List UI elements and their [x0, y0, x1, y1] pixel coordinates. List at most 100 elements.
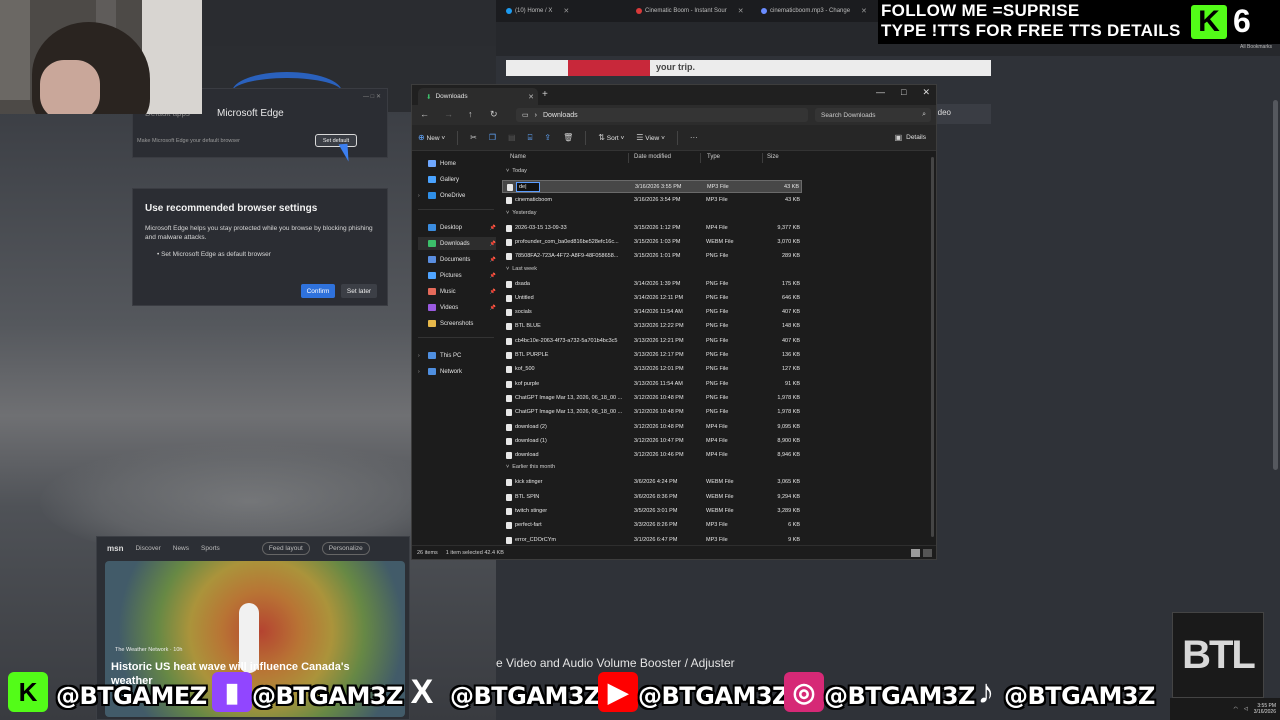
address-bar[interactable]: ▭ › Downloads	[516, 108, 808, 122]
expand-chevron-icon[interactable]: ›	[418, 369, 424, 375]
close-icon[interactable]: ✕	[528, 93, 534, 101]
clock[interactable]: 3:55 PM 3/16/2026	[1254, 703, 1276, 715]
file-list-scrollbar[interactable]	[931, 157, 934, 537]
tab-news[interactable]: News	[173, 545, 189, 552]
file-row[interactable]: ChatGPT Image Mar 13, 2026, 06_18_00 ...…	[502, 406, 802, 419]
group-header[interactable]: ˅ Yesterday	[506, 210, 536, 216]
delete-icon[interactable]: 🗑	[563, 133, 573, 142]
set-later-button[interactable]: Set later	[341, 284, 377, 298]
browser-tab-change-volume[interactable]: cinematicboom.mp3 - Change ✕	[761, 3, 881, 19]
file-row[interactable]: BTL PURPLE 3/13/2026 12:17 PM PNG File 136 …	[502, 349, 802, 362]
file-row[interactable]: cinematicboom 3/16/2026 3:54 PM MP3 File 43…	[502, 194, 802, 207]
file-row[interactable]: cb4bc10e-2063-4f73-a732-5a701b4bc3c5 3/13…	[502, 335, 802, 348]
pin-icon: 📌	[489, 288, 496, 295]
nav-item-downloads[interactable]: Downloads 📌	[418, 237, 496, 250]
group-header[interactable]: ˅ Earlier this month	[506, 464, 555, 470]
details-view-icon[interactable]	[911, 548, 920, 557]
group-header[interactable]: ˅ Today	[506, 168, 527, 174]
column-header-date[interactable]: Date modified	[634, 154, 671, 160]
copy-icon[interactable]: ❐	[489, 133, 496, 142]
file-row[interactable]: ChatGPT Image Mar 13, 2026, 06_18_00 ...…	[502, 392, 802, 405]
column-header-name[interactable]: Name	[510, 154, 526, 160]
explorer-tab[interactable]: ⬇ Downloads ✕	[418, 88, 538, 105]
nav-item-home[interactable]: Home	[418, 157, 496, 170]
nav-item-gallery[interactable]: Gallery	[418, 173, 496, 186]
details-button[interactable]: ▣ Details	[895, 133, 926, 142]
column-header-size[interactable]: Size	[767, 154, 779, 160]
up-icon[interactable]: ↑	[468, 109, 473, 119]
nav-item-music[interactable]: Music 📌	[418, 285, 496, 298]
rename-input[interactable]: de|	[516, 182, 540, 192]
close-icon[interactable]: ✕	[738, 7, 744, 15]
file-row[interactable]: profounder_com_ba0ed816be528efc16c... 3/1…	[502, 236, 802, 249]
column-divider[interactable]	[762, 153, 763, 163]
more-options-icon[interactable]: ···	[690, 133, 698, 142]
file-row[interactable]: download (2) 3/12/2026 10:48 PM MP4 File 9,…	[502, 421, 802, 434]
refresh-icon[interactable]: ↻	[490, 109, 498, 120]
share-icon[interactable]: ⇪	[544, 133, 551, 142]
file-row[interactable]: de| 3/16/2026 3:55 PM MP3 File 43 KB	[502, 180, 802, 193]
nav-item-this-pc[interactable]: › This PC	[418, 349, 496, 362]
group-header[interactable]: ˅ Last week	[506, 266, 537, 272]
file-row[interactable]: kof purple 3/13/2026 11:54 AM PNG File 91 K…	[502, 378, 802, 391]
new-button[interactable]: ⊕ New ˅	[418, 133, 445, 142]
file-row[interactable]: download (1) 3/12/2026 10:47 PM MP4 File 8,…	[502, 435, 802, 448]
maximize-icon[interactable]: □	[901, 87, 906, 98]
column-divider[interactable]	[700, 153, 701, 163]
close-icon[interactable]: ✕	[563, 7, 569, 15]
set-default-button[interactable]: Set default	[315, 134, 357, 147]
page-scrollbar[interactable]	[1273, 100, 1278, 470]
file-row[interactable]: download 3/12/2026 10:46 PM MP4 File 8,946 …	[502, 449, 802, 462]
rename-icon[interactable]: ⌸	[528, 133, 533, 143]
back-icon[interactable]: ←	[420, 109, 429, 119]
search-input[interactable]: Search Downloads ⌕	[815, 108, 931, 122]
file-row[interactable]: dsada 3/14/2026 1:39 PM PNG File 175 KB	[502, 278, 802, 291]
file-row[interactable]: BTL BLUE 3/13/2026 12:22 PM PNG File 148 KB	[502, 320, 802, 333]
tab-discover[interactable]: Discover	[135, 545, 160, 552]
cut-icon[interactable]: ✂	[470, 133, 477, 142]
nav-item-network[interactable]: › Network	[418, 365, 496, 378]
paste-icon[interactable]: ▤	[508, 133, 516, 142]
browser-tab-cinematic-boom[interactable]: Cinematic Boom - Instant Sour ✕	[636, 3, 756, 19]
nav-item-desktop[interactable]: Desktop 📌	[418, 221, 496, 234]
file-row[interactable]: 2026-03-15 13-09-33 3/15/2026 1:12 PM MP4 …	[502, 222, 802, 235]
nav-item-screenshots[interactable]: Screenshots	[418, 317, 496, 330]
forward-icon[interactable]: →	[444, 109, 453, 119]
file-row[interactable]: perfect-fart 3/3/2026 8:26 PM MP3 File 6 KB	[502, 519, 802, 532]
expand-chevron-icon[interactable]: ›	[418, 193, 424, 199]
file-row[interactable]: kick stinger 3/6/2026 4:24 PM WEBM File 3,0…	[502, 476, 802, 489]
expand-chevron-icon[interactable]: ›	[418, 353, 424, 359]
close-window-icon[interactable]: ✕	[922, 87, 930, 98]
column-header-type[interactable]: Type	[707, 154, 720, 160]
nav-item-pictures[interactable]: Pictures 📌	[418, 269, 496, 282]
column-divider[interactable]	[628, 153, 629, 163]
file-row[interactable]: kof_500 3/13/2026 12:01 PM PNG File 127 KB	[502, 363, 802, 376]
file-row[interactable]: Untitled 3/14/2026 12:11 PM PNG File 646 KB	[502, 292, 802, 305]
file-row[interactable]: 78508FA2-723A-4F72-A8F9-48F058658... 3/15…	[502, 250, 802, 263]
file-row[interactable]: BTL SPIN 3/6/2026 8:36 PM WEBM File 9,294 K…	[502, 491, 802, 504]
tab-sports[interactable]: Sports	[201, 545, 220, 552]
wifi-icon[interactable]: ◠	[1234, 706, 1238, 712]
nav-item-videos[interactable]: Videos 📌	[418, 301, 496, 314]
breadcrumb[interactable]: Downloads	[543, 112, 578, 119]
personalize-button[interactable]: Personalize	[321, 541, 370, 555]
minimize-icon[interactable]: —	[876, 87, 885, 98]
nav-item-documents[interactable]: Documents 📌	[418, 253, 496, 266]
nav-item-onedrive[interactable]: › OneDrive	[418, 189, 496, 202]
feed-layout-button[interactable]: Feed layout	[261, 541, 310, 555]
all-bookmarks-link[interactable]: All Bookmarks	[1240, 44, 1272, 50]
card-window-controls[interactable]: — □ ✕	[363, 93, 381, 100]
volume-icon[interactable]: ◁	[1244, 706, 1248, 712]
sort-button[interactable]: ⇅ Sort ˅	[598, 133, 624, 142]
pin-icon: 📌	[489, 224, 496, 231]
tiles-view-icon[interactable]	[923, 548, 932, 557]
new-tab-icon[interactable]: +	[542, 89, 548, 100]
confirm-button[interactable]: Confirm	[301, 284, 335, 298]
nav-label: Screenshots	[440, 320, 474, 327]
browser-tab-x[interactable]: (10) Home / X ✕	[506, 3, 626, 19]
file-row[interactable]: twitch stinger 3/5/2026 3:01 PM WEBM File 3…	[502, 505, 802, 518]
msn-logo[interactable]: msn	[107, 544, 123, 553]
view-button[interactable]: ☰ View ˅	[636, 133, 665, 142]
close-icon[interactable]: ✕	[861, 7, 867, 15]
file-row[interactable]: socials 3/14/2026 11:54 AM PNG File 407 KB	[502, 306, 802, 319]
